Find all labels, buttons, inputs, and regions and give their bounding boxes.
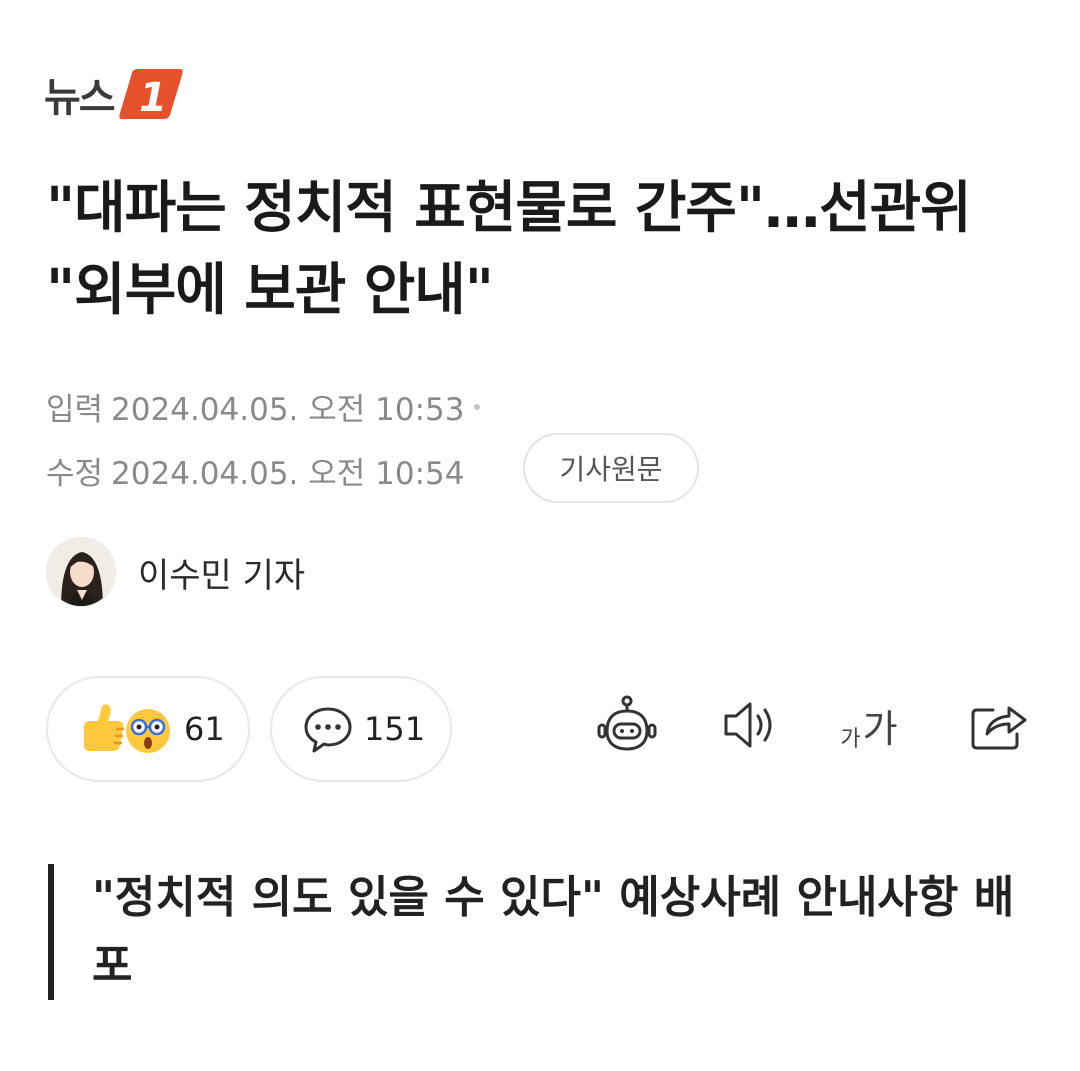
article-title: "대파는 정치적 표현물로 간주"…선관위 "외부에 보관 안내" xyxy=(46,176,972,323)
logo-text: 뉴스 xyxy=(44,75,116,121)
thumbs-up-emoji-icon xyxy=(84,704,170,753)
ai-summary-button[interactable] xyxy=(594,692,660,758)
speaker-icon xyxy=(724,702,772,748)
modified-time: 수정 2024.04.05. 오전 10:54 xyxy=(46,448,464,493)
share-button[interactable] xyxy=(966,692,1032,758)
published-time: 입력 2024.04.05. 오전 10:53 xyxy=(46,384,481,429)
font-size-icon: 가 가 xyxy=(840,698,897,753)
font-size-button[interactable]: 가 가 xyxy=(836,692,902,758)
author-avatar[interactable] xyxy=(46,537,116,607)
comment-count: 151 xyxy=(364,710,426,748)
font-big-label: 가 xyxy=(862,706,898,751)
published-label: 입력 xyxy=(46,392,104,428)
publisher-logo[interactable]: 뉴스 1 xyxy=(44,66,184,122)
modified-label: 수정 xyxy=(46,456,104,492)
reaction-button[interactable]: 61 xyxy=(46,676,250,782)
reaction-count: 61 xyxy=(184,710,225,748)
logo-badge-icon: 1 xyxy=(118,69,183,121)
font-small-label: 가 xyxy=(840,726,861,752)
comment-icon xyxy=(304,707,352,753)
article-subheadline: "정치적 의도 있을 수 있다" 예상사례 안내사항 배포 xyxy=(48,864,1038,1000)
original-article-button[interactable]: 기사원문 xyxy=(523,433,699,503)
author-info[interactable]: 이수민 기자 xyxy=(46,537,305,607)
listen-button[interactable] xyxy=(717,692,783,758)
avatar-image xyxy=(47,538,115,606)
comment-button[interactable]: 151 xyxy=(270,676,452,782)
author-name[interactable]: 이수민 기자 xyxy=(138,548,305,597)
robot-icon xyxy=(597,695,657,751)
reaction-emojis xyxy=(78,701,174,757)
published-date: 2024.04.05. 오전 10:53 xyxy=(111,392,465,428)
logo-badge-text: 1 xyxy=(139,75,167,121)
modified-date: 2024.04.05. 오전 10:54 xyxy=(111,456,465,492)
share-icon xyxy=(971,706,1027,750)
separator-dot xyxy=(474,403,481,410)
